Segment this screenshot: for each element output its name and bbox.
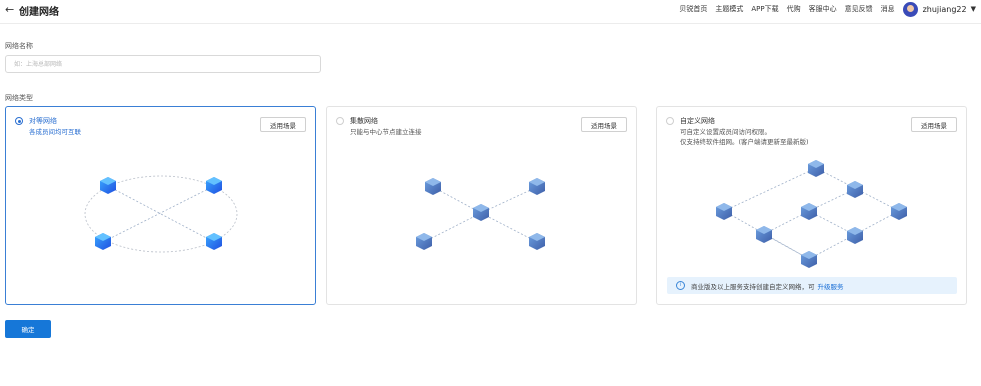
upgrade-notice: i 商业版及以上服务支持创建自定义网络，可 升级服务 [667, 277, 957, 294]
node-cube-icon [416, 233, 432, 250]
arrow-left-icon[interactable]: ← [5, 3, 14, 16]
nav-feedback-link[interactable]: 意见反馈 [845, 4, 873, 14]
network-type-custom-card[interactable]: 自定义网络 可自定义设置成员间访问权限。 仅支持终软件组网。(客户端请更新至最新… [656, 106, 967, 305]
peer-network-diagram [84, 175, 238, 253]
node-cube-icon [425, 178, 441, 195]
node-cube-icon [529, 233, 545, 250]
node-cube-icon [801, 203, 817, 220]
node-cube-icon [847, 227, 863, 244]
nav-messages-link[interactable]: 消息 [881, 4, 895, 14]
page-title: 创建网络 [19, 7, 59, 18]
node-cube-icon [756, 226, 772, 243]
node-cube-icon [95, 233, 111, 250]
node-cube-icon [716, 203, 732, 220]
avatar[interactable] [902, 1, 918, 17]
nav-theme-link[interactable]: 主题模式 [715, 4, 743, 14]
nav-app-download-link[interactable]: APP下载 [751, 4, 778, 14]
node-cube-icon [100, 177, 116, 194]
nav-home-link[interactable]: 贝锐首页 [679, 4, 707, 14]
node-cube-icon [891, 203, 907, 220]
network-type-hub-card[interactable]: 集散网络 只能与中心节点建立连接 适用场景 [326, 106, 637, 305]
chevron-down-icon[interactable]: ▼ [971, 5, 976, 13]
node-cube-icon [801, 251, 817, 268]
node-cube-icon [529, 178, 545, 195]
upgrade-service-link[interactable]: 升级服务 [818, 281, 844, 291]
network-name-input[interactable] [5, 55, 321, 73]
node-cube-icon [847, 181, 863, 198]
nav-purchase-link[interactable]: 代购 [787, 4, 801, 14]
node-cube-icon [206, 233, 222, 250]
nav-support-link[interactable]: 客服中心 [809, 4, 837, 14]
node-cube-icon [808, 160, 824, 177]
info-icon: i [676, 281, 685, 290]
node-cube-icon [206, 177, 222, 194]
network-name-label: 网络名称 [5, 42, 33, 50]
top-nav: 贝锐首页 主题模式 APP下载 代购 客服中心 意见反馈 消息 zhujiang… [679, 0, 981, 18]
confirm-button[interactable]: 确定 [5, 320, 51, 338]
username[interactable]: zhujiang22 [923, 5, 967, 14]
network-type-label: 网络类型 [5, 94, 33, 102]
top-bar: ← 创建网络 贝锐首页 主题模式 APP下载 代购 客服中心 意见反馈 消息 z… [0, 0, 981, 24]
upgrade-notice-text: 商业版及以上服务支持创建自定义网络，可 [691, 282, 815, 291]
hub-network-diagram [416, 178, 545, 250]
hub-cube-icon [473, 204, 489, 221]
network-type-peer-card[interactable]: 对等网络 各成员间均可互联 适用场景 [5, 106, 316, 305]
